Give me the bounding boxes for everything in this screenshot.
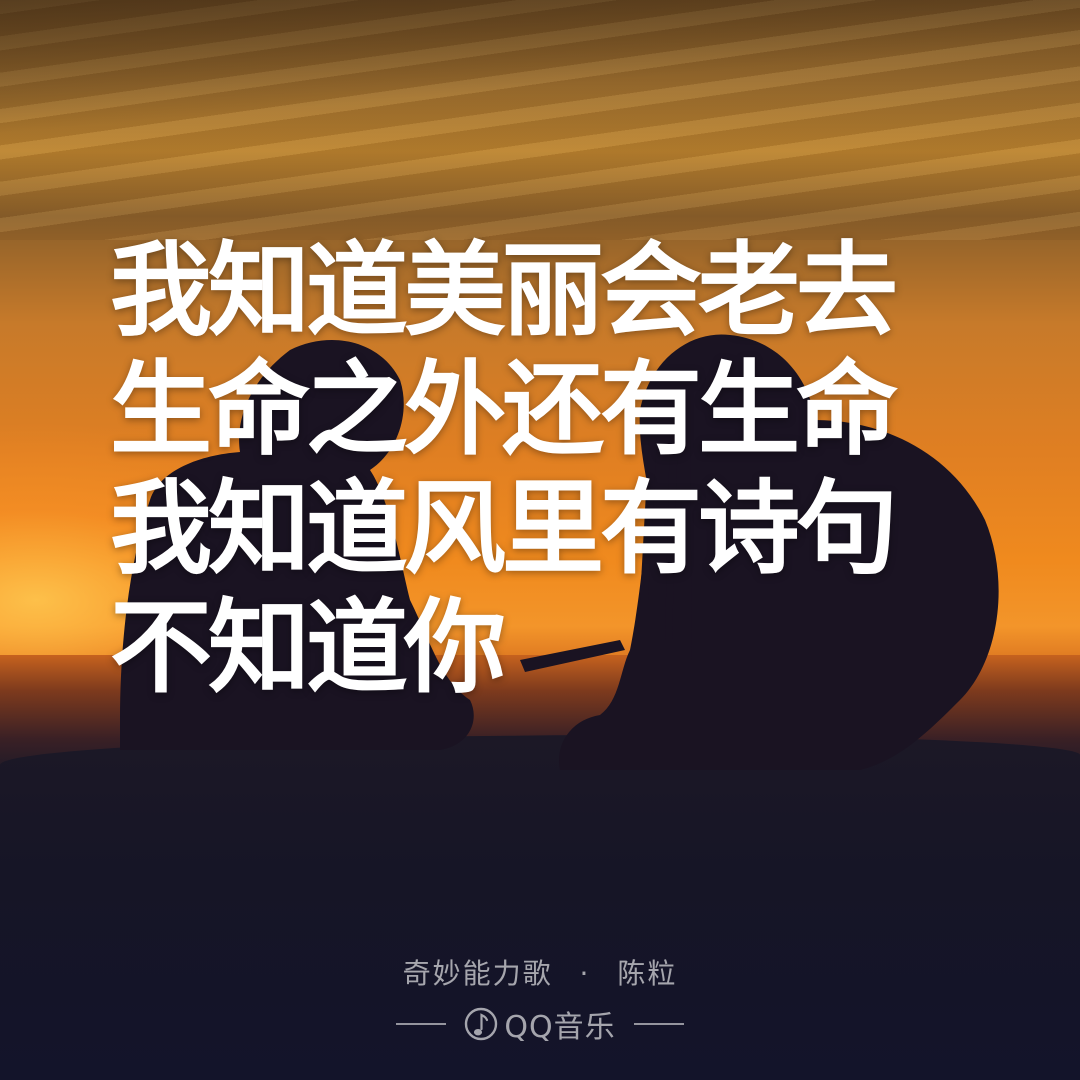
credit-separator: · (579, 957, 591, 990)
left-rule (396, 1023, 447, 1025)
right-rule (633, 1023, 684, 1025)
lyric-line-4: 不知道你 (110, 589, 506, 708)
artist-name: 陈粒 (617, 957, 678, 990)
lyric-line-2: 生命之外还有生命 (110, 351, 898, 470)
lyric-card: 我知道美丽会老去 生命之外还有生命 我知道风里有诗句 不知道你 奇妙能力歌 · … (0, 0, 1080, 1080)
song-credit: 奇妙能力歌 · 陈粒 (0, 952, 1080, 992)
lyric-line-1: 我知道美丽会老去 (110, 232, 898, 351)
lyric-line-3: 我知道风里有诗句 (110, 470, 898, 589)
brand-footer: QQ音乐 (0, 1004, 1080, 1045)
lyrics-block: 我知道美丽会老去 生命之外还有生命 我知道风里有诗句 不知道你 (110, 232, 990, 708)
music-note-icon (465, 1007, 498, 1041)
song-title: 奇妙能力歌 (402, 957, 553, 990)
brand-name: QQ音乐 (504, 1010, 616, 1045)
